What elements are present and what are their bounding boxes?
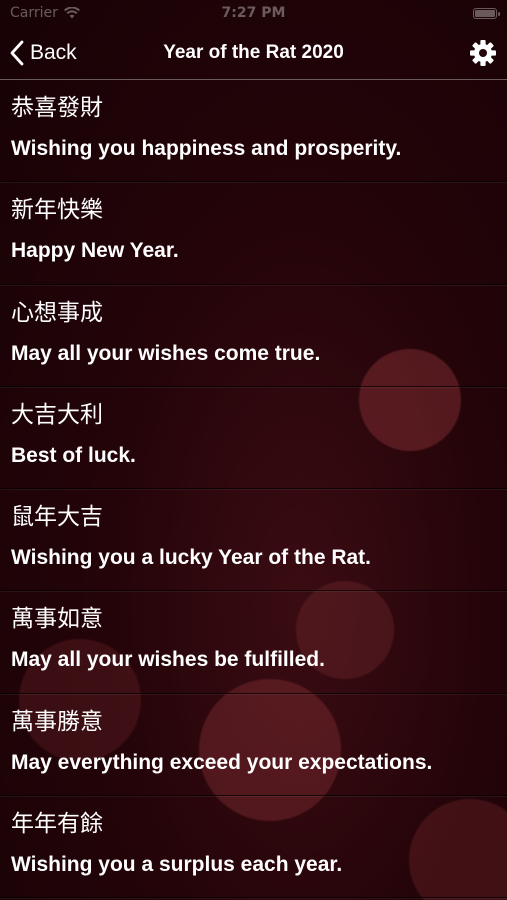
greeting-english: Wishing you a lucky Year of the Rat. [11,546,372,570]
greeting-chinese: 鼠年大吉 [11,504,103,531]
back-label: Back [30,41,77,64]
greeting-english: May everything exceed your expectations. [11,750,433,774]
carrier-label: Carrier [10,5,58,21]
greeting-chinese: 恭喜發財 [11,95,103,121]
greetings-list: 恭喜發財 Wishing you happiness and prosperit… [0,80,507,899]
list-item[interactable]: 萬事勝意 May everything exceed your expectat… [0,694,507,797]
wifi-icon [63,7,80,19]
greeting-english: May all your wishes be fulfilled. [11,648,325,672]
chevron-left-icon [10,40,24,66]
greeting-english: Wishing you happiness and prosperity. [11,137,402,160]
list-item[interactable]: 恭喜發財 Wishing you happiness and prosperit… [0,80,507,183]
greeting-english: May all your wishes come true. [11,341,321,365]
greeting-chinese: 新年快樂 [11,197,103,224]
list-item[interactable]: 大吉大利 Best of luck. [0,387,507,490]
status-bar: Carrier 7:27 PM [0,0,507,26]
list-item[interactable]: 萬事如意 May all your wishes be fulfilled. [0,591,507,694]
list-item[interactable]: 年年有餘 Wishing you a surplus each year. [0,796,507,899]
gear-icon[interactable] [469,39,497,67]
status-left: Carrier [10,5,80,21]
page-title: Year of the Rat 2020 [163,41,344,63]
list-item[interactable]: 心想事成 May all your wishes come true. [0,285,507,387]
back-button[interactable]: Back [10,26,77,80]
greeting-english: Happy New Year. [11,239,179,263]
greeting-english: Wishing you a surplus each year. [11,853,343,877]
greeting-chinese: 萬事勝意 [11,708,103,735]
greeting-chinese: 年年有餘 [11,811,103,838]
navigation-bar: Back Year of the Rat 2020 [0,26,507,80]
greeting-chinese: 萬事如意 [11,606,103,633]
list-item[interactable]: 鼠年大吉 Wishing you a lucky Year of the Rat… [0,489,507,592]
list-item[interactable]: 新年快樂 Happy New Year. [0,182,507,285]
greeting-english: Best of luck. [11,443,136,467]
greeting-chinese: 心想事成 [11,299,103,326]
battery-icon [473,7,500,19]
greeting-chinese: 大吉大利 [11,401,103,428]
